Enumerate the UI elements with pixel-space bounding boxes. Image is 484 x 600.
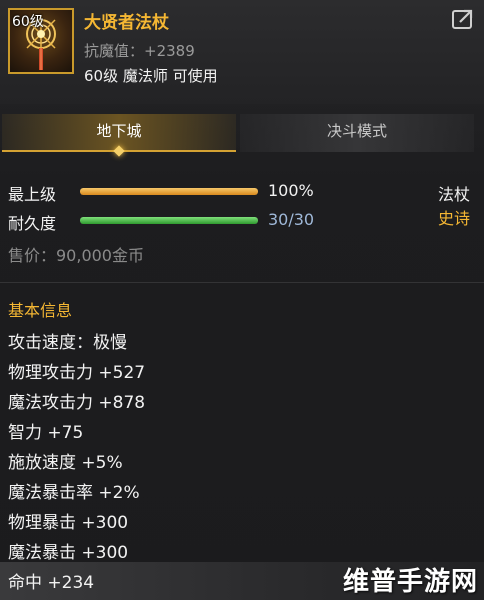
item-name: 大贤者法杖 <box>84 13 169 33</box>
item-detail-panel: 60级 大贤者法杖 抗魔值：+2389 60级 魔法师 可使用 地下城 决斗模式… <box>0 0 484 600</box>
staff-item-icon: 60级 <box>8 8 74 74</box>
weapon-type: 法杖 <box>437 185 470 204</box>
info-line-magic-crit-rate: 魔法暴击率 +2% <box>8 483 140 503</box>
tab-dungeon[interactable]: 地下城 <box>2 114 236 157</box>
info-line-physical-crit: 物理暴击 +300 <box>8 513 129 533</box>
info-line-intelligence: 智力 +75 <box>8 423 84 443</box>
item-requirement: 60级 魔法师 可使用 <box>84 67 218 85</box>
item-header: 60级 大贤者法杖 抗魔值：+2389 60级 魔法师 可使用 <box>0 0 484 104</box>
active-tab-marker <box>113 145 125 157</box>
upgrade-value: 100% <box>268 181 314 200</box>
upgrade-label: 最上级 <box>8 185 57 204</box>
section-divider <box>0 282 484 283</box>
info-line-cast-speed: 施放速度 +5% <box>8 453 123 473</box>
rarity-label: 史诗 <box>437 209 470 228</box>
info-line-physical-attack: 物理攻击力 +527 <box>8 363 146 383</box>
durability-label: 耐久度 <box>8 214 57 233</box>
durability-bar-fill <box>80 217 258 224</box>
item-level-badge: 60级 <box>12 14 44 30</box>
item-main-stat: 抗魔值：+2389 <box>84 42 195 60</box>
tab-dungeon-label: 地下城 <box>96 122 142 140</box>
tab-duel-mode[interactable]: 决斗模式 <box>240 114 474 152</box>
mode-tabs: 地下城 决斗模式 <box>0 114 484 157</box>
share-arrow-icon[interactable] <box>452 8 476 30</box>
durability-value: 30/30 <box>268 210 315 229</box>
durability-bar <box>80 217 258 224</box>
sell-price: 售价：90,000金币 <box>8 246 144 265</box>
info-line-magic-crit: 魔法暴击 +300 <box>8 543 129 563</box>
tab-duel-mode-label: 决斗模式 <box>326 122 387 140</box>
upgrade-bar <box>80 188 258 195</box>
info-line-magic-attack: 魔法攻击力 +878 <box>8 393 146 413</box>
info-line-accuracy: 命中 +234 <box>8 573 95 593</box>
site-watermark: 维普手游网 <box>342 567 478 597</box>
upgrade-bar-fill <box>80 188 258 195</box>
basic-info-title: 基本信息 <box>8 301 73 320</box>
info-line-attack-speed: 攻击速度：极慢 <box>8 333 127 353</box>
